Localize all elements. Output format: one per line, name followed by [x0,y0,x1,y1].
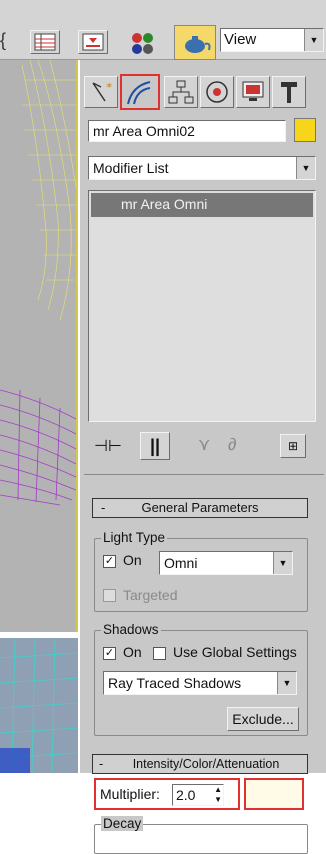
decay-group: Decay [94,816,308,854]
panel-tabs: ✶ [84,74,324,110]
rollout-title: General Parameters [141,500,259,515]
stack-toolbar: ⊣⊢ || ⋎ ∂ ⊞ [88,430,316,462]
collapse-icon: - [99,757,104,771]
viewport-perspective[interactable] [0,60,78,632]
light-type-group: Light Type ✓ On Omni ▼ Targeted [94,530,308,612]
targeted-checkbox[interactable] [103,589,116,602]
command-panel: ✶ mr Area Omni02 Modifier List ▼ mr Area… [80,60,326,854]
modifier-stack[interactable]: mr Area Omni [88,190,316,422]
divider [84,474,324,475]
light-on-label: On [123,552,142,568]
rollout-title: Intensity/Color/Attenuation [132,757,280,771]
spinner-arrows-icon[interactable]: ▲ ▼ [214,785,222,805]
chevron-down-icon: ▼ [273,552,292,574]
multiplier-value: 2.0 [176,787,196,803]
show-end-result-icon[interactable]: || [140,432,170,460]
object-name-value: mr Area Omni02 [93,123,195,139]
shadows-group: Shadows ✓ On Use Global Settings Ray Tra… [94,622,308,736]
stack-item-label: mr Area Omni [121,196,208,212]
chevron-down-icon: ▼ [296,157,315,179]
multiplier-spinner[interactable]: 2.0 ▲ ▼ [172,784,224,806]
modify-tab[interactable] [120,74,160,110]
view-dropdown-label: View [224,31,257,48]
configure-sets-icon[interactable]: ⊞ [280,434,306,458]
exclude-label: Exclude... [232,711,294,727]
targeted-label: Targeted [123,587,178,603]
list-icon[interactable] [30,30,60,54]
pin-stack-icon[interactable]: ⊣⊢ [94,436,122,456]
chevron-down-icon: ▼ [277,672,296,694]
use-global-settings-checkbox[interactable] [153,647,166,660]
shadows-on-checkbox[interactable]: ✓ [103,647,116,660]
collapse-icon: - [101,500,106,515]
motion-tab[interactable] [200,76,234,108]
multiplier-label: Multiplier: [100,786,160,802]
light-on-checkbox[interactable]: ✓ [103,555,116,568]
decay-title: Decay [101,816,144,831]
exclude-button[interactable]: Exclude... [227,707,299,731]
grid-mesh [0,638,78,773]
general-parameters-rollout[interactable]: - General Parameters [92,498,308,518]
view-dropdown[interactable]: View ▼ [220,28,324,52]
import-icon[interactable] [78,30,108,54]
shadow-type-value: Ray Traced Shadows [108,675,242,691]
modifier-list-dropdown[interactable]: Modifier List ▼ [88,156,316,180]
wireframe-mesh [0,60,76,506]
light-type-value: Omni [164,555,198,571]
teapot-render-icon[interactable] [174,25,216,60]
make-unique-icon[interactable]: ⋎ [198,435,210,455]
light-type-dropdown[interactable]: Omni ▼ [159,551,293,575]
chevron-down-icon: ▼ [304,29,323,51]
object-color-swatch[interactable] [294,118,316,142]
shadow-type-dropdown[interactable]: Ray Traced Shadows ▼ [103,671,297,695]
remove-modifier-icon[interactable]: ∂ [228,435,236,455]
material-icon[interactable] [128,30,158,54]
use-global-settings-label: Use Global Settings [173,644,297,660]
intensity-rollout[interactable]: - Intensity/Color/Attenuation [92,754,308,774]
multiplier-highlight: Multiplier: 2.0 ▲ ▼ [94,778,240,810]
viewport-bottom[interactable] [0,638,78,773]
light-color-swatch[interactable] [244,778,304,810]
curly-brace-icon[interactable]: { [0,30,6,51]
svg-text:✶: ✶ [105,81,113,92]
create-tab[interactable]: ✶ [84,76,118,108]
utilities-tab[interactable] [272,76,306,108]
light-type-title: Light Type [101,530,168,545]
shadows-on-label: On [123,644,142,660]
hierarchy-tab[interactable] [164,76,198,108]
stack-item[interactable]: mr Area Omni [91,193,313,217]
modifier-list-label: Modifier List [93,160,169,176]
main-toolbar: { View ▼ [0,0,326,60]
display-tab[interactable] [236,76,270,108]
object-name-field[interactable]: mr Area Omni02 [88,120,286,142]
shadows-title: Shadows [101,622,161,637]
